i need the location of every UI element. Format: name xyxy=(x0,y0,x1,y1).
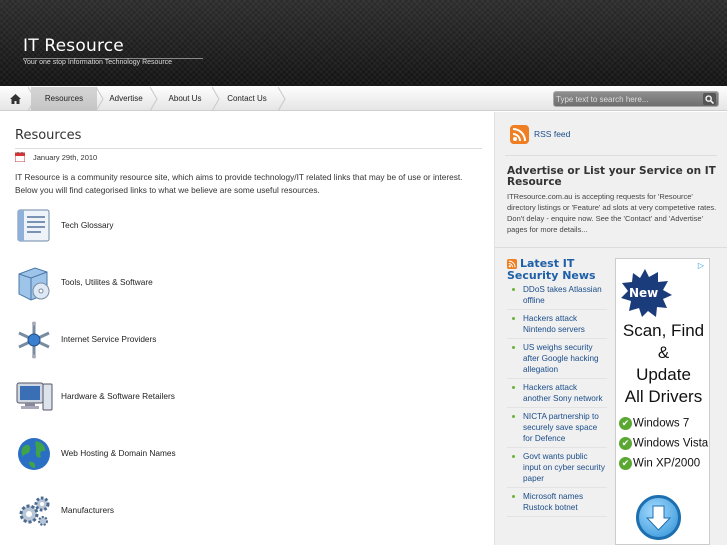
search-icon xyxy=(705,94,714,104)
ad-banner[interactable]: ▷ New Scan, Find & Update All Drivers ✔ W… xyxy=(615,258,710,545)
category-label[interactable]: Internet Service Providers xyxy=(61,334,156,344)
download-arrow-icon[interactable] xyxy=(636,495,681,540)
site-header: IT Resource Your one stop Information Te… xyxy=(0,0,727,86)
advertise-text: ITResource.com.au is accepting requests … xyxy=(507,192,717,234)
news-list: DDoS takes Atlassian offline Hackers att… xyxy=(507,284,607,520)
rss-label[interactable]: RSS feed xyxy=(534,129,570,139)
category-label[interactable]: Web Hosting & Domain Names xyxy=(61,448,176,458)
search-button[interactable] xyxy=(703,93,716,105)
news-item[interactable]: Microsoft names Rustock botnet xyxy=(507,491,607,517)
ad-os-item: ✔ Win XP/2000 xyxy=(619,457,700,473)
ad-headline: Update xyxy=(636,365,691,384)
category-label[interactable]: Tools, Utilites & Software xyxy=(61,277,153,287)
globe-icon xyxy=(18,438,50,470)
calendar-icon xyxy=(15,152,25,162)
ad-headline: All Drivers xyxy=(624,387,703,406)
nav-separator xyxy=(212,87,220,111)
ad-os-label: Win XP/2000 xyxy=(633,457,701,470)
site-title[interactable]: IT Resource xyxy=(23,36,124,56)
search-box xyxy=(553,91,719,107)
category-web-hosting[interactable]: Web Hosting & Domain Names xyxy=(15,435,315,475)
home-icon xyxy=(10,94,21,104)
adchoices-icon[interactable]: ▷ xyxy=(696,261,706,271)
category-isp[interactable]: Internet Service Providers xyxy=(15,321,315,361)
news-item[interactable]: Hackers attack Nintendo servers xyxy=(507,313,607,339)
ad-headline: & xyxy=(657,343,670,362)
nav-item-resources[interactable]: Resources xyxy=(31,87,97,111)
site-tagline: Your one stop Information Technology Res… xyxy=(23,59,173,66)
nav-separator xyxy=(278,87,286,111)
search-input[interactable] xyxy=(556,93,696,105)
ad-new-label: New xyxy=(629,286,659,300)
category-tools-software[interactable]: Tools, Utilites & Software xyxy=(15,264,315,304)
nav-home-button[interactable] xyxy=(0,87,31,111)
news-item[interactable]: NICTA partnership to securely save space… xyxy=(507,411,607,448)
category-label[interactable]: Tech Glossary xyxy=(61,220,114,230)
ad-os-label: Windows Vista xyxy=(633,437,709,450)
glossary-icon xyxy=(17,209,50,242)
news-item[interactable]: DDoS takes Atlassian offline xyxy=(507,284,607,310)
nav-item-about-us[interactable]: About Us xyxy=(160,87,210,111)
category-label[interactable]: Manufacturers xyxy=(61,505,114,515)
ad-os-item: ✔ Windows 7 xyxy=(619,417,689,433)
nav-separator xyxy=(150,87,158,111)
computer-icon xyxy=(16,382,53,411)
news-item[interactable]: US weighs security after Google hacking … xyxy=(507,342,607,379)
advertise-title: Advertise or List your Service on IT Res… xyxy=(507,165,716,188)
gears-icon xyxy=(19,496,50,526)
nav-item-contact-us[interactable]: Contact Us xyxy=(220,87,274,111)
software-box-icon xyxy=(18,267,50,301)
intro-text: IT Resource is a community resource site… xyxy=(15,172,463,195)
check-icon: ✔ xyxy=(619,437,632,450)
news-item[interactable]: Govt wants public input on cyber securit… xyxy=(507,451,607,488)
check-icon: ✔ xyxy=(619,457,632,470)
sidebar: RSS feed Advertise or List your Service … xyxy=(494,112,727,545)
rss-icon xyxy=(510,125,529,144)
date-text: January 29th, 2010 xyxy=(33,153,98,162)
title-underline xyxy=(15,148,482,149)
news-item[interactable]: Hackers attack another Sony network xyxy=(507,382,607,408)
news-title[interactable]: Latest IT Security News xyxy=(507,258,607,282)
arrow-down-icon xyxy=(645,505,672,531)
sidebar-divider xyxy=(495,247,727,248)
network-hub-icon xyxy=(18,321,50,359)
category-label[interactable]: Hardware & Software Retailers xyxy=(61,391,175,401)
check-icon: ✔ xyxy=(619,417,632,430)
ad-os-label: Windows 7 xyxy=(633,417,690,430)
category-manufacturers[interactable]: Manufacturers xyxy=(15,492,315,532)
page-title: Resources xyxy=(15,128,82,143)
ad-os-item: ✔ Windows Vista xyxy=(619,437,708,453)
nav-item-advertise[interactable]: Advertise xyxy=(102,87,150,111)
main-nav: Resources Advertise About Us Contact Us xyxy=(0,86,727,111)
sidebar-divider xyxy=(505,155,717,156)
category-tech-glossary[interactable]: Tech Glossary xyxy=(15,207,315,247)
category-retailers[interactable]: Hardware & Software Retailers xyxy=(15,378,315,418)
ad-headline: Scan, Find xyxy=(622,321,705,340)
